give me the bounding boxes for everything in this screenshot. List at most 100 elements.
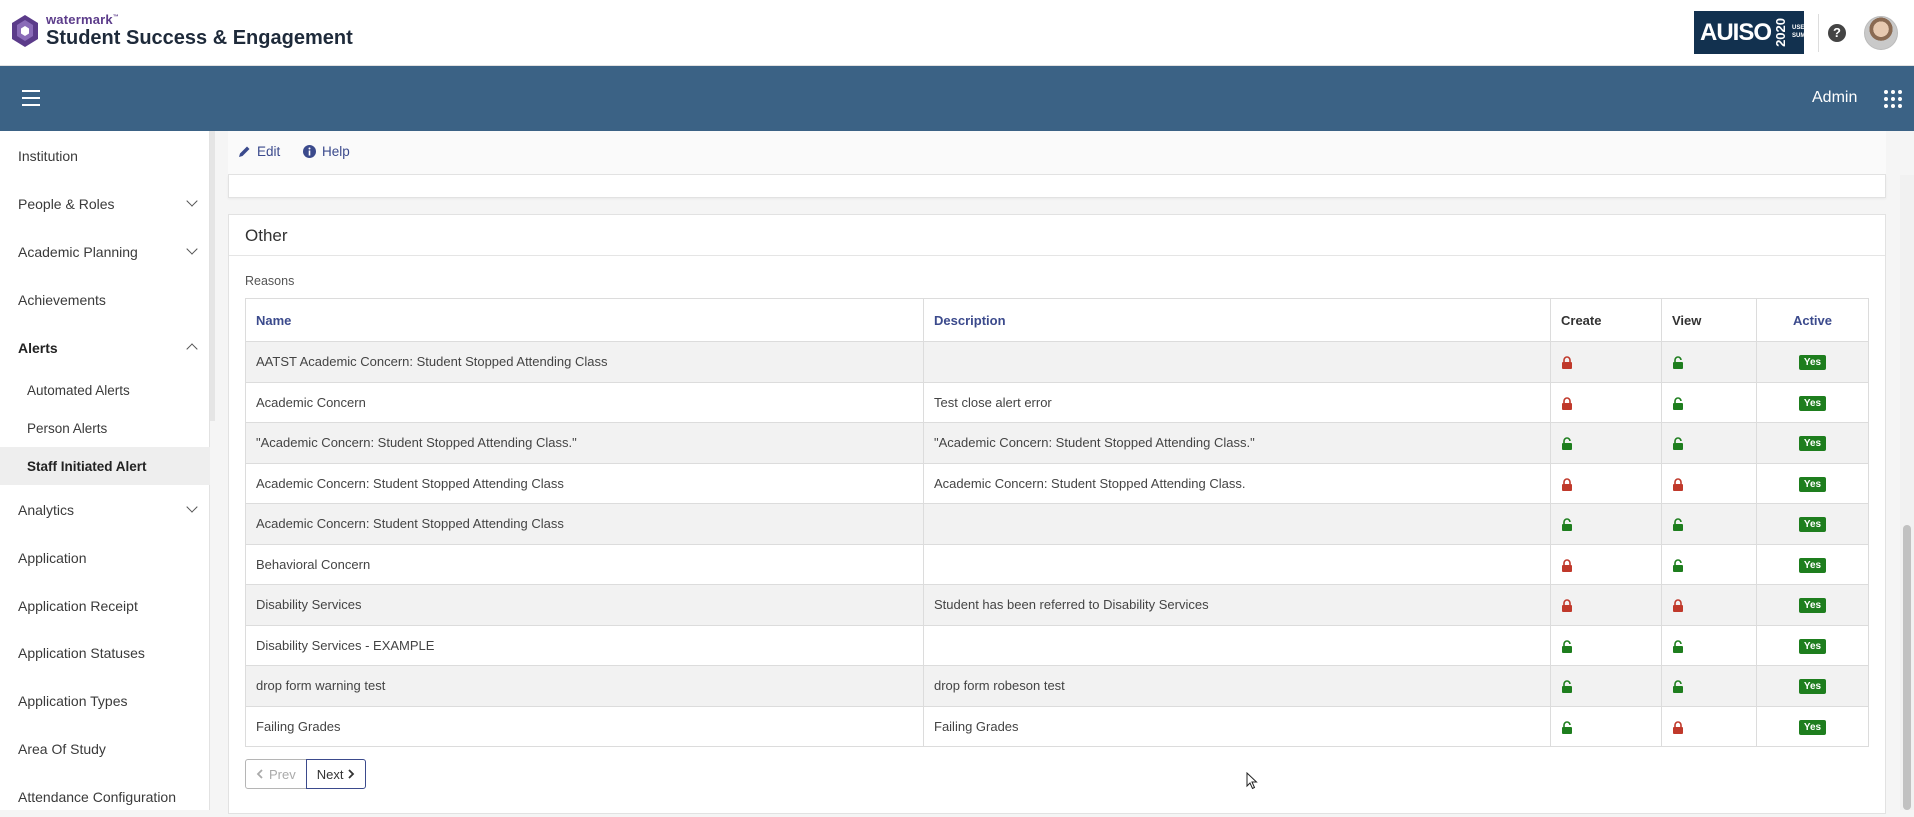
panel-title: Other [229, 215, 1885, 256]
cell-create [1550, 665, 1662, 707]
top-header: watermark™ Student Success & Engagement … [0, 0, 1914, 66]
table-row[interactable]: Academic Concern: Student Stopped Attend… [245, 503, 1869, 545]
table-row[interactable]: Failing Grades Failing Grades Yes [245, 705, 1869, 747]
page-toolbar: Edit Help [228, 131, 1886, 175]
status-badge: Yes [1798, 355, 1827, 371]
cell-active: Yes [1756, 584, 1869, 626]
table-header-row: Name Description Create View Active [245, 298, 1869, 342]
sidebar-item-institution[interactable]: Institution [0, 136, 210, 176]
cell-description [923, 341, 1551, 383]
status-badge: Yes [1798, 517, 1827, 533]
cell-view [1661, 705, 1757, 747]
column-header-active[interactable]: Active [1756, 298, 1869, 342]
table-row[interactable]: Disability Services - EXAMPLE Yes [245, 624, 1869, 666]
sidebar-item-academic-planning[interactable]: Academic Planning [0, 232, 210, 272]
column-header-create: Create [1550, 298, 1662, 342]
prev-label: Prev [269, 766, 296, 782]
cell-description [923, 503, 1551, 545]
table-row[interactable]: "Academic Concern: Student Stopped Atten… [245, 422, 1869, 464]
column-header-description[interactable]: Description [923, 298, 1551, 342]
cell-name: "Academic Concern: Student Stopped Atten… [245, 422, 924, 464]
apps-grid-icon[interactable] [1884, 90, 1902, 108]
lock-closed-icon [1673, 721, 1683, 734]
sidebar-item-label: Application [18, 550, 87, 566]
cell-active: Yes [1756, 624, 1869, 666]
column-header-name[interactable]: Name [245, 298, 924, 342]
sidebar-item-label: People & Roles [18, 196, 115, 212]
cell-description: Student has been referred to Disability … [923, 584, 1551, 626]
reasons-label: Reasons [245, 274, 295, 288]
chevron-right-icon [348, 769, 355, 779]
lock-closed-icon [1562, 559, 1572, 572]
hamburger-icon[interactable] [22, 90, 40, 111]
cell-create [1550, 422, 1662, 464]
sidebar-item-application-statuses[interactable]: Application Statuses [0, 633, 210, 673]
sidebar-item-application-receipt[interactable]: Application Receipt [0, 586, 210, 626]
status-badge: Yes [1798, 557, 1827, 573]
cell-description: Failing Grades [923, 705, 1551, 747]
summit-name: AUISO [1700, 18, 1772, 46]
next-button[interactable]: Next [305, 759, 367, 789]
sidebar-item-application-types[interactable]: Application Types [0, 681, 210, 721]
brand-logo[interactable]: watermark™ Student Success & Engagement [10, 13, 353, 48]
cell-name: Failing Grades [245, 705, 924, 747]
lock-closed-icon [1673, 478, 1683, 491]
sidebar-item-application[interactable]: Application [0, 538, 210, 578]
edit-label: Edit [257, 144, 281, 159]
chevron-down-icon [186, 243, 198, 255]
reasons-panel: Other Reasons Name Description Create Vi… [228, 214, 1886, 814]
cell-name: Academic Concern: Student Stopped Attend… [245, 462, 924, 504]
summit-year: 2020 [1773, 18, 1789, 47]
cell-description [923, 624, 1551, 666]
cell-view [1661, 462, 1757, 504]
admin-menu-label[interactable]: Admin [1812, 89, 1857, 107]
avatar[interactable] [1864, 16, 1898, 50]
scrollbar-thumb[interactable] [1903, 525, 1911, 810]
table-row[interactable]: Academic Concern: Student Stopped Attend… [245, 462, 1869, 504]
cell-view [1661, 381, 1757, 423]
cell-create [1550, 462, 1662, 504]
cell-view [1661, 584, 1757, 626]
watermark-logo-icon [12, 14, 38, 47]
sidebar-item-achievements[interactable]: Achievements [0, 280, 210, 320]
cell-active: Yes [1756, 543, 1869, 585]
cell-create [1550, 584, 1662, 626]
edit-button[interactable]: Edit [238, 144, 280, 159]
status-badge: Yes [1798, 395, 1827, 411]
page-scrollbar[interactable] [1900, 175, 1914, 810]
table-row[interactable]: Disability Services Student has been refe… [245, 584, 1869, 626]
prev-button[interactable]: Prev [245, 759, 307, 789]
cell-view [1661, 422, 1757, 464]
sidebar-scrollbar[interactable] [210, 131, 215, 421]
sidebar-item-alerts[interactable]: Alerts [0, 328, 210, 368]
sidebar-item-attendance-configuration[interactable]: Attendance Configuration [0, 777, 210, 817]
sidebar-item-person-alerts[interactable]: Person Alerts [0, 409, 210, 447]
help-question-icon[interactable]: ? [1828, 24, 1846, 42]
sidebar-item-label: Analytics [18, 502, 75, 518]
header-divider [1818, 14, 1819, 52]
chevron-down-icon [186, 195, 198, 207]
cell-name: AATST Academic Concern: Student Stopped … [245, 341, 924, 383]
sidebar-item-people-roles[interactable]: People & Roles [0, 184, 210, 224]
help-button[interactable]: Help [303, 144, 350, 159]
sidebar-item-label: Alerts [18, 340, 58, 356]
reasons-table: Name Description Create View Active AATS… [245, 298, 1869, 747]
status-badge: Yes [1798, 719, 1827, 735]
brand-small-text: watermark [46, 12, 113, 27]
sidebar-item-staff-initiated-alert[interactable]: Staff Initiated Alert [0, 447, 210, 485]
summit-banner[interactable]: AUISO 2020 USER SUMMIT [1694, 11, 1816, 54]
cell-view [1661, 665, 1757, 707]
chevron-up-icon [186, 343, 198, 355]
table-row[interactable]: Academic Concern Test close alert error Ye… [245, 381, 1869, 423]
cell-create [1550, 341, 1662, 383]
sidebar-item-area-of-study[interactable]: Area Of Study [0, 729, 210, 769]
table-row[interactable]: drop form warning test drop form robeson … [245, 665, 1869, 707]
lock-open-icon [1673, 397, 1683, 410]
cell-view [1661, 341, 1757, 383]
table-row[interactable]: Behavioral Concern Yes [245, 543, 1869, 585]
cell-name: Disability Services - EXAMPLE [245, 624, 924, 666]
sidebar-item-analytics[interactable]: Analytics [0, 490, 210, 530]
sidebar-item-automated-alerts[interactable]: Automated Alerts [0, 371, 210, 409]
table-row[interactable]: AATST Academic Concern: Student Stopped … [245, 341, 1869, 383]
pagination: Prev Next [245, 759, 367, 789]
